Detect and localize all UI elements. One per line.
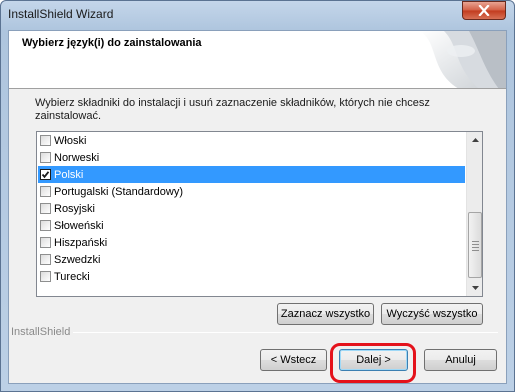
clear-all-button[interactable]: Wyczyść wszystko	[381, 303, 483, 325]
language-label: Polski	[54, 168, 84, 181]
window-title: InstallShield Wizard	[8, 7, 114, 21]
close-button[interactable]	[462, 1, 506, 20]
dialog-client: Wybierz język(i) do zainstalowania Wybie…	[8, 30, 507, 384]
list-item[interactable]: Polski	[38, 166, 465, 183]
language-label: Hiszpański	[54, 236, 108, 249]
page-title: Wybierz język(i) do zainstalowania	[22, 37, 202, 49]
language-label: Rosyjski	[54, 202, 95, 215]
list-item[interactable]: Szwedzki	[38, 251, 465, 268]
scroll-up-button[interactable]	[467, 132, 483, 148]
scroll-down-button[interactable]	[467, 280, 483, 296]
language-checkbox[interactable]	[40, 271, 51, 282]
title-bar[interactable]: InstallShield Wizard	[0, 0, 515, 28]
next-button-highlight	[330, 343, 416, 383]
language-label: Szwedzki	[54, 253, 101, 266]
installshield-brand-label: InstallShield	[11, 326, 71, 338]
scroll-thumb[interactable]	[468, 212, 482, 278]
language-listbox[interactable]: Włoski Norweski Polski Portugalski (Standar…	[36, 131, 483, 297]
language-checkbox[interactable]	[40, 237, 51, 248]
language-label: Turecki	[54, 270, 90, 283]
language-list: Włoski Norweski Polski Portugalski (Standar…	[38, 132, 465, 285]
close-icon	[478, 5, 490, 16]
header-banner: Wybierz język(i) do zainstalowania	[9, 31, 506, 89]
language-checkbox[interactable]	[40, 203, 51, 214]
checkmark-icon	[41, 171, 50, 179]
language-label: Norweski	[54, 151, 100, 164]
language-label: Portugalski (Standardowy)	[54, 185, 184, 198]
back-button[interactable]: < Wstecz	[260, 349, 327, 371]
list-item[interactable]: Rosyjski	[38, 200, 465, 217]
language-checkbox[interactable]	[40, 220, 51, 231]
list-item[interactable]: Hiszpański	[38, 234, 465, 251]
language-checkbox[interactable]	[40, 152, 51, 163]
language-checkbox[interactable]	[40, 254, 51, 265]
instructions-text: Wybierz składniki do instalacji i usuń z…	[35, 97, 430, 122]
cancel-button[interactable]: Anuluj	[424, 349, 497, 371]
language-checkbox[interactable]	[40, 186, 51, 197]
vertical-scrollbar[interactable]	[466, 132, 482, 296]
footer-divider	[73, 332, 498, 333]
list-item[interactable]: Portugalski (Standardowy)	[38, 183, 465, 200]
list-item[interactable]: Turecki	[38, 268, 465, 285]
chevron-up-icon	[471, 138, 479, 142]
language-checkbox[interactable]	[40, 169, 51, 180]
chevron-down-icon	[471, 286, 479, 290]
banner-graphic	[419, 31, 506, 88]
select-all-button[interactable]: Zaznacz wszystko	[277, 303, 374, 325]
list-item[interactable]: Słoweński	[38, 217, 465, 234]
language-checkbox[interactable]	[40, 135, 51, 146]
language-label: Słoweński	[54, 219, 104, 232]
list-item[interactable]: Włoski	[38, 132, 465, 149]
list-item[interactable]: Norweski	[38, 149, 465, 166]
language-label: Włoski	[54, 134, 87, 147]
